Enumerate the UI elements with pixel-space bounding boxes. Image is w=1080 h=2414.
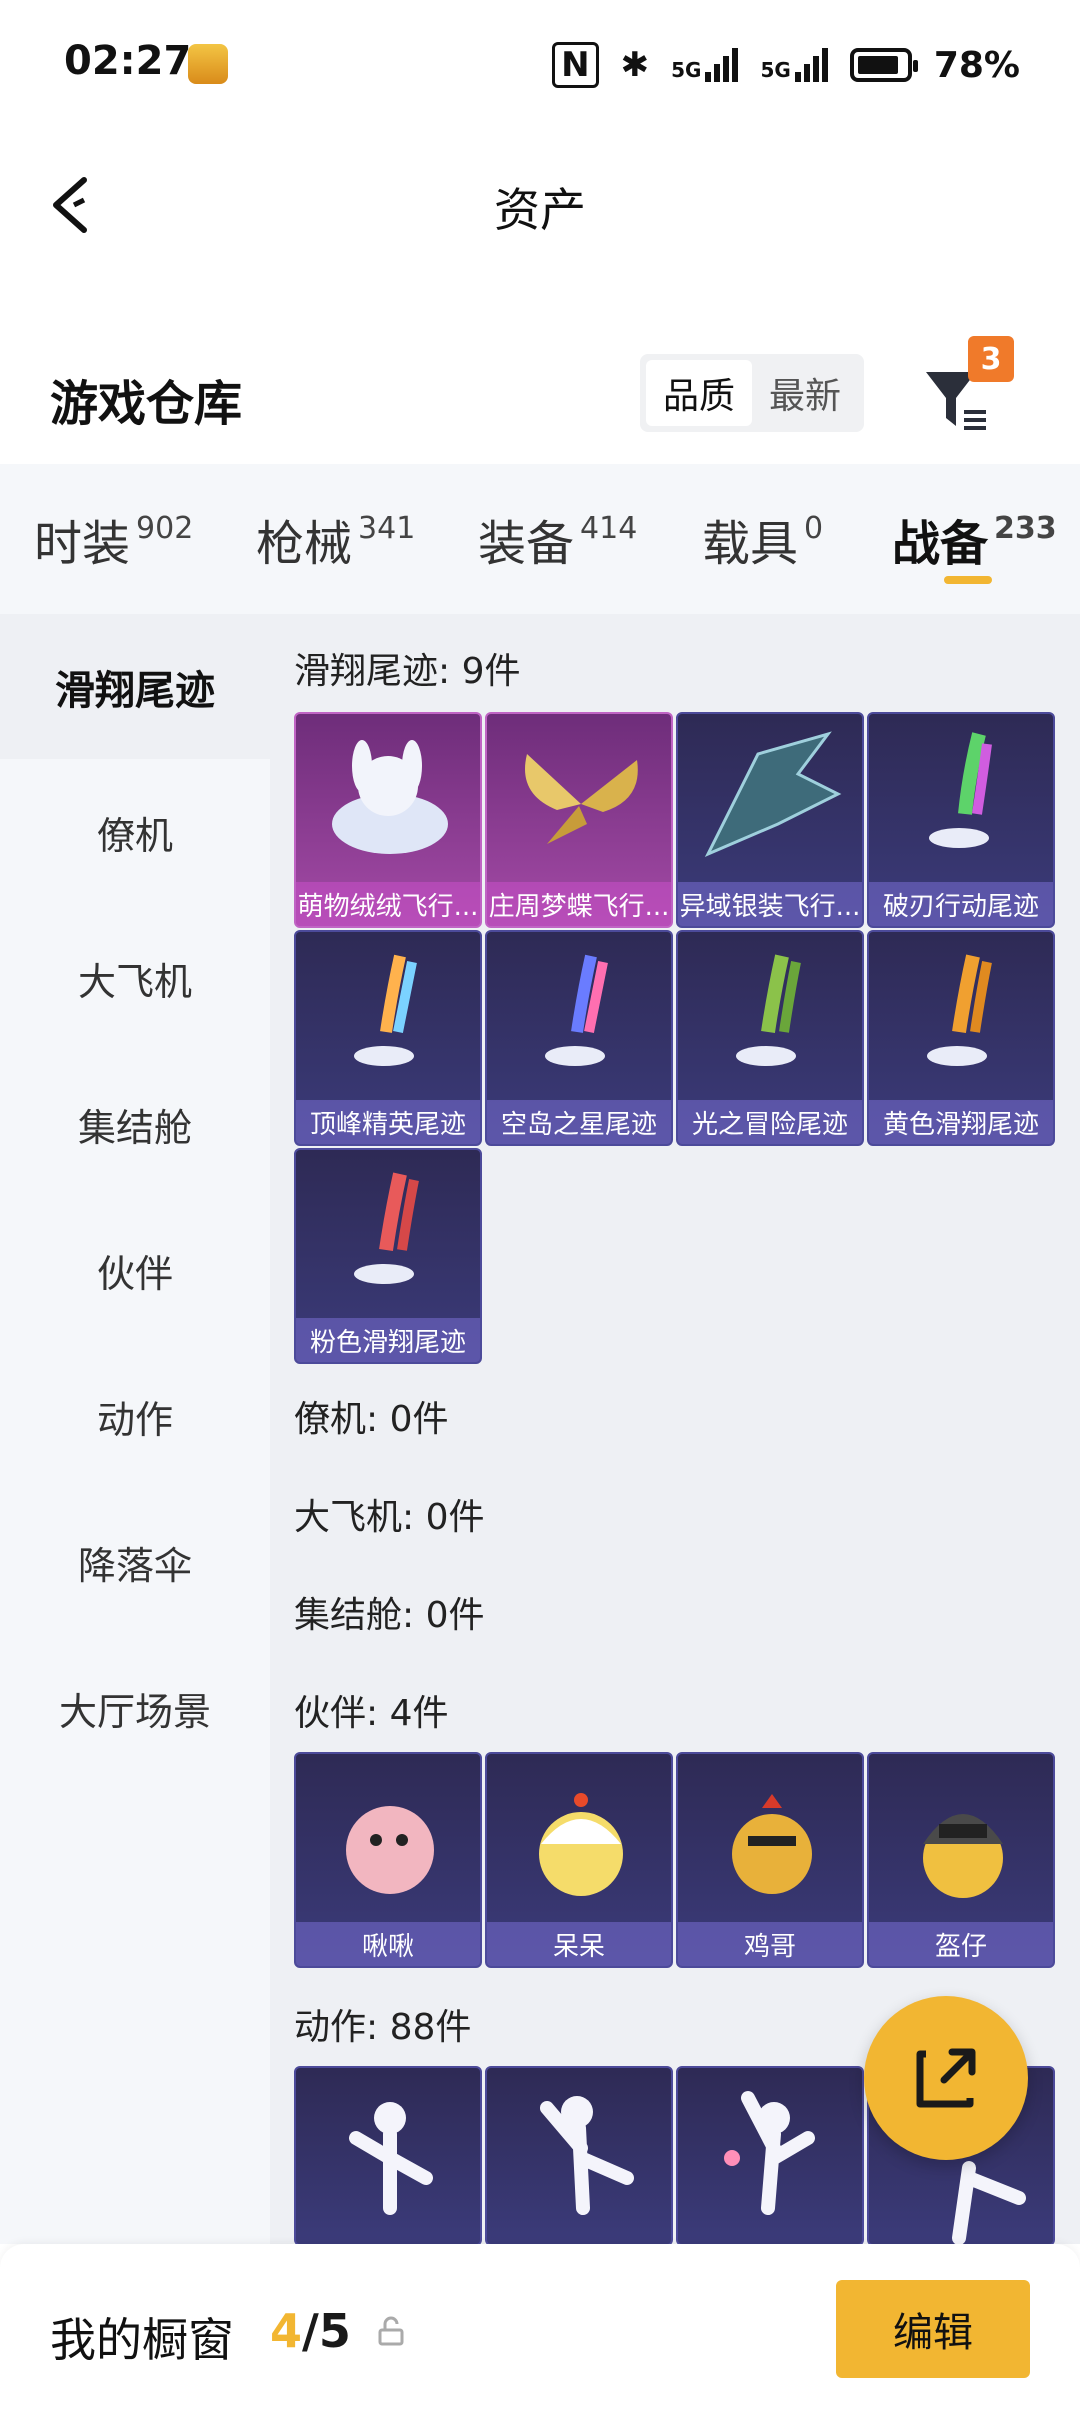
- item-card[interactable]: [485, 2066, 673, 2244]
- share-fab-button[interactable]: [864, 1996, 1028, 2160]
- pink-chick-icon: [346, 1806, 434, 1894]
- item-card[interactable]: 顶峰精英尾迹: [294, 930, 482, 1146]
- item-card[interactable]: 异域银装飞行...: [676, 712, 864, 928]
- item-card[interactable]: 鸡哥: [676, 1752, 864, 1968]
- item-card[interactable]: 萌物绒绒飞行...: [294, 712, 482, 928]
- item-card[interactable]: 盔仔: [867, 1752, 1055, 1968]
- tab-tactical[interactable]: 战备 233: [892, 504, 1057, 574]
- glide-trail-icon: [736, 954, 801, 1066]
- dance-pose-icon: [724, 2091, 815, 2215]
- section-title-big-plane: 大飞机: 0件: [294, 1497, 485, 1538]
- filter-count-badge: 3: [968, 336, 1014, 382]
- yellow-chick-icon: [539, 1793, 623, 1896]
- sidebar-item-parachute[interactable]: 降落伞: [0, 1490, 270, 1635]
- share-export-icon: [916, 2048, 976, 2108]
- item-card[interactable]: [676, 2066, 864, 2244]
- glide-trail-icon: [927, 954, 992, 1066]
- bottom-bar: 我的橱窗 4/5 编辑: [0, 2244, 1080, 2414]
- item-card[interactable]: 光之冒险尾迹: [676, 930, 864, 1146]
- section-title-pod: 集结舱: 0件: [294, 1595, 485, 1636]
- sidebar-item-glide-trail[interactable]: 滑翔尾迹: [0, 614, 270, 759]
- plush-bunny-icon: [332, 740, 448, 854]
- item-card[interactable]: 破刃行动尾迹: [867, 712, 1055, 928]
- battery-icon: [849, 48, 918, 82]
- sidebar-item-emote[interactable]: 动作: [0, 1344, 270, 1489]
- bluetooth-icon: ✱: [620, 45, 650, 85]
- warehouse-title: 游戏仓库: [50, 376, 243, 432]
- sidebar-item-pod[interactable]: 集结舱: [0, 1052, 270, 1197]
- nav-header: 资产: [0, 130, 1080, 280]
- item-card[interactable]: 空岛之星尾迹: [485, 930, 673, 1146]
- tab-equipment[interactable]: 装备 414: [478, 504, 637, 574]
- section-title-companion: 伙伴: 4件: [294, 1693, 449, 1734]
- dance-pose-icon: [540, 2096, 634, 2215]
- status-icons: N ✱ 5G 5G 78%: [552, 42, 1020, 88]
- item-card[interactable]: 啾啾: [294, 1752, 482, 1968]
- section-title-emote: 动作: 88件: [294, 2007, 472, 2048]
- item-card[interactable]: 呆呆: [485, 1752, 673, 1968]
- section-title-wingman: 僚机: 0件: [294, 1399, 449, 1440]
- lock-icon: [378, 2316, 404, 2346]
- tab-vehicles[interactable]: 载具 0: [702, 504, 823, 574]
- showcase-label: 我的橱窗: [50, 2313, 234, 2367]
- item-card[interactable]: 粉色滑翔尾迹: [294, 1148, 482, 1364]
- status-bar: 02:27 N ✱ 5G 5G 78%: [0, 0, 1080, 130]
- edit-button[interactable]: 编辑: [836, 2280, 1030, 2378]
- item-card[interactable]: 黄色滑翔尾迹: [867, 930, 1055, 1146]
- nfc-icon: N: [552, 42, 599, 88]
- showcase-count: 4/5: [270, 2304, 351, 2358]
- sort-toggle: 品质 最新: [640, 354, 864, 432]
- active-tab-indicator: [944, 576, 992, 584]
- rooster-icon: [732, 1794, 812, 1894]
- status-time: 02:27: [64, 38, 192, 84]
- warehouse-bar: 游戏仓库 品质 最新 3: [0, 330, 1080, 460]
- silver-wing-icon: [704, 731, 842, 857]
- tab-guns[interactable]: 枪械 341: [256, 504, 415, 574]
- item-card[interactable]: 庄周梦蝶飞行...: [485, 712, 673, 928]
- butterfly-icon: [525, 754, 638, 844]
- signal-5g-icon-2: 5G: [760, 48, 828, 82]
- sort-newest-button[interactable]: 最新: [752, 360, 858, 426]
- sidebar-item-lobby-scene[interactable]: 大厅场景: [0, 1636, 270, 1781]
- dance-pose-icon: [349, 2102, 433, 2215]
- glide-trail-icon: [545, 954, 608, 1066]
- section-title-glide-trail: 滑翔尾迹: 9件: [294, 651, 521, 692]
- battery-level: 78%: [933, 44, 1020, 86]
- item-card[interactable]: [294, 2066, 482, 2244]
- glide-trail-icon: [354, 1172, 419, 1284]
- sidebar-item-big-plane[interactable]: 大飞机: [0, 906, 270, 1051]
- sidebar: 滑翔尾迹 僚机 大飞机 集结舱 伙伴 动作 降落伞 大厅场景: [0, 614, 270, 2244]
- sort-quality-button[interactable]: 品质: [646, 360, 752, 426]
- page-title: 资产: [494, 183, 586, 237]
- helmet-chick-icon: [923, 1814, 1003, 1898]
- signal-5g-icon: 5G: [671, 48, 739, 82]
- tab-fashion[interactable]: 时装 902: [34, 504, 193, 574]
- sidebar-item-wingman[interactable]: 僚机: [0, 760, 270, 905]
- category-tabs: 时装 902 枪械 341 装备 414 载具 0 战备 233: [0, 464, 1080, 614]
- app-notification-icon: [188, 44, 228, 84]
- rainbow-trail-icon: [929, 732, 992, 848]
- glide-trail-icon: [354, 954, 417, 1066]
- sidebar-item-companion[interactable]: 伙伴: [0, 1198, 270, 1343]
